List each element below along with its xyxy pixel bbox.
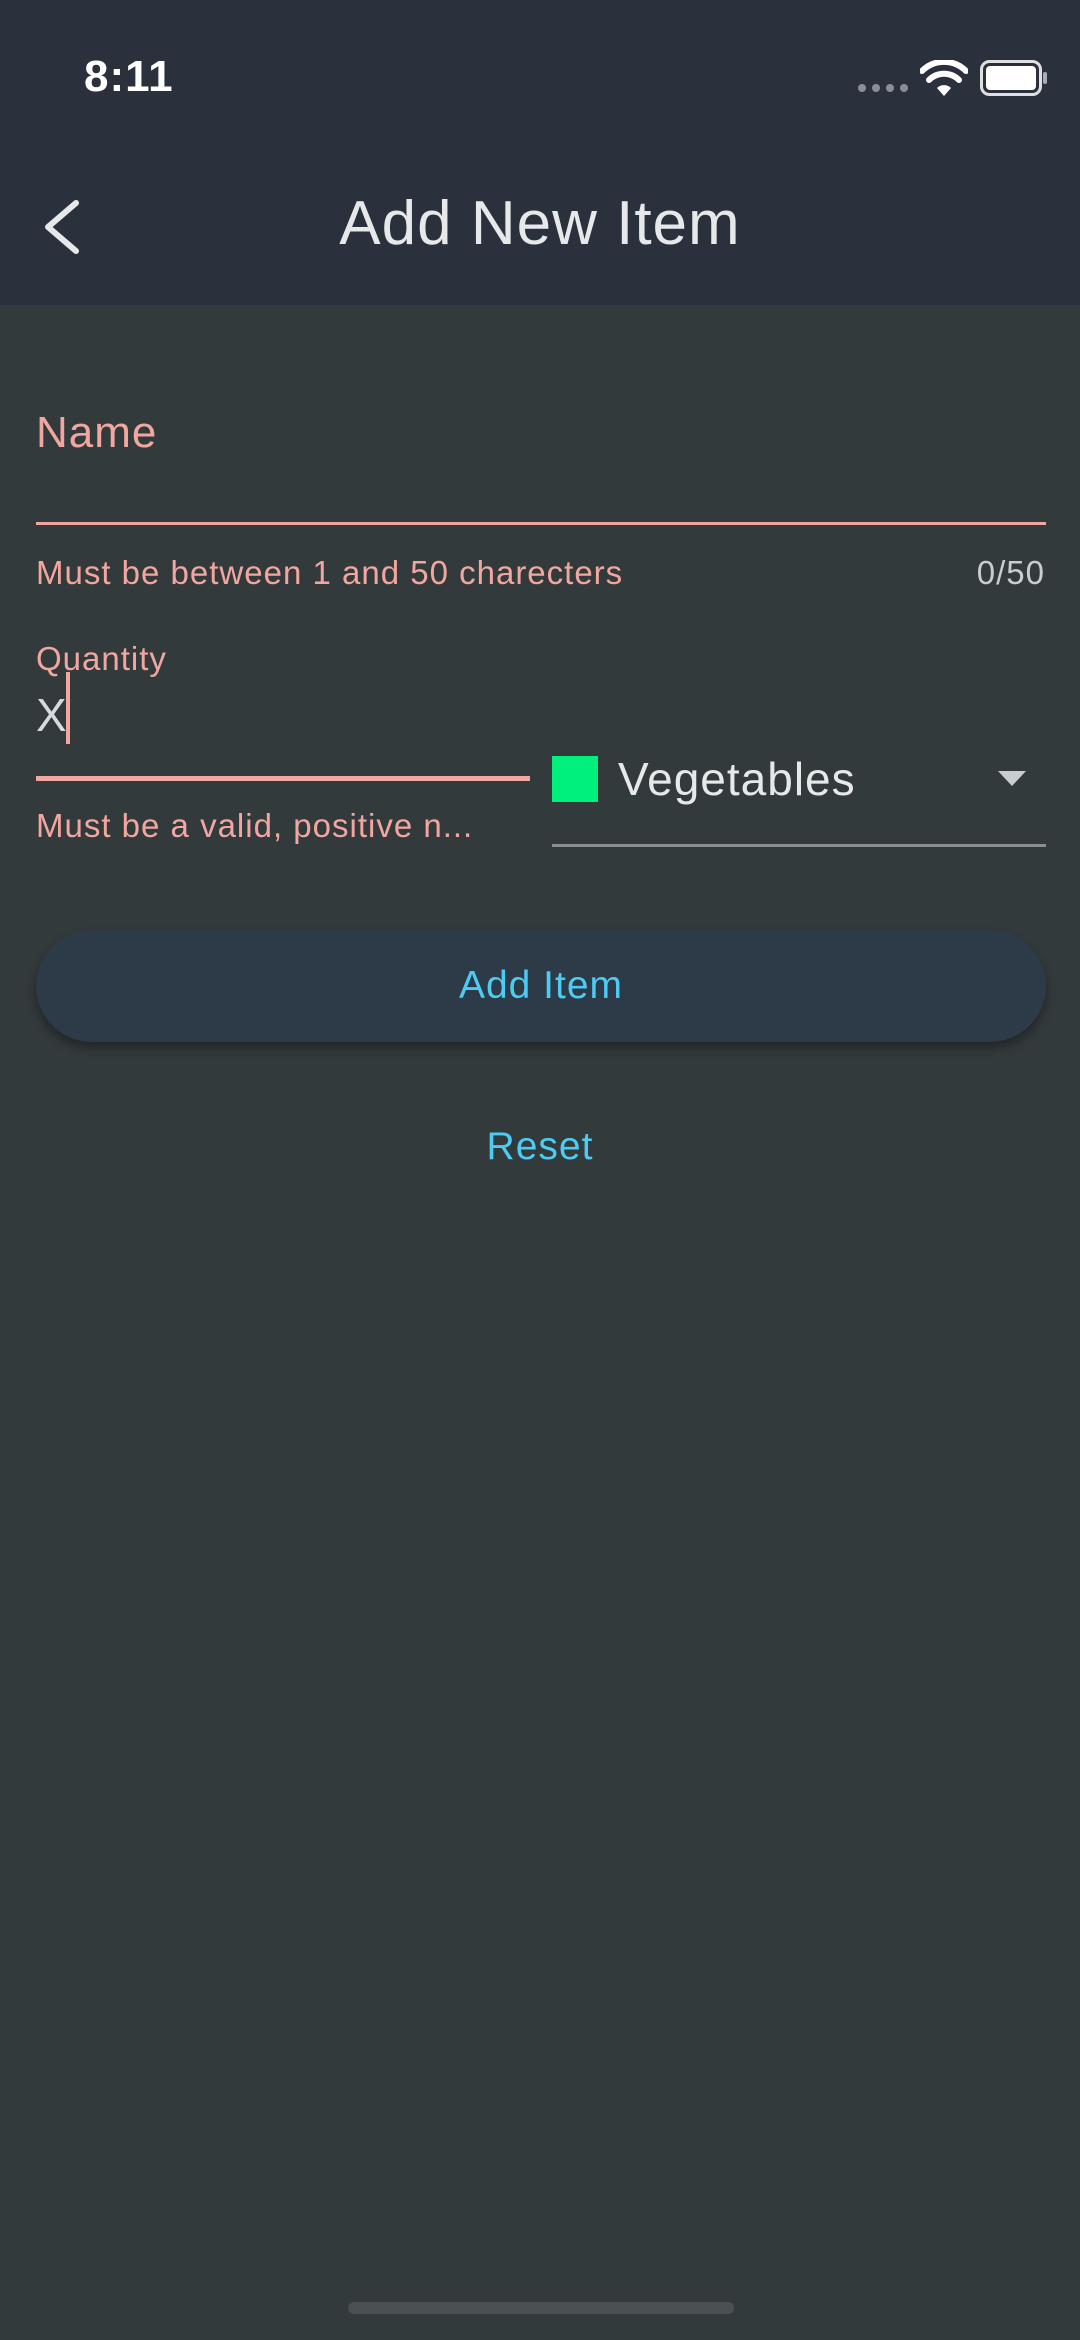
home-indicator[interactable] [348,2302,734,2314]
name-error-text: Must be between 1 and 50 charecters [36,554,624,591]
status-time: 8:11 [84,52,174,101]
wifi-icon [920,60,968,96]
category-underline [552,844,1046,847]
category-color-swatch [552,756,598,802]
text-cursor [66,672,70,744]
category-selected-label: Vegetables [618,753,856,805]
chevron-down-icon [998,771,1026,786]
name-input[interactable] [36,380,1046,528]
cellular-signal-icon [858,84,908,92]
page-title: Add New Item [339,189,741,258]
quantity-label: Quantity [36,640,167,677]
battery-icon [980,60,1047,96]
reset-button[interactable]: Reset [440,1110,640,1184]
app-bar [0,0,1080,305]
quantity-error-text: Must be a valid, positive n... [36,807,474,844]
quantity-underline [36,776,530,781]
quantity-value: X [36,689,67,741]
add-item-button[interactable]: Add Item [36,930,1046,1042]
name-label: Name [36,408,158,457]
name-char-counter: 0/50 [976,554,1045,591]
category-dropdown[interactable]: Vegetables [552,740,1046,850]
name-underline [36,522,1046,525]
